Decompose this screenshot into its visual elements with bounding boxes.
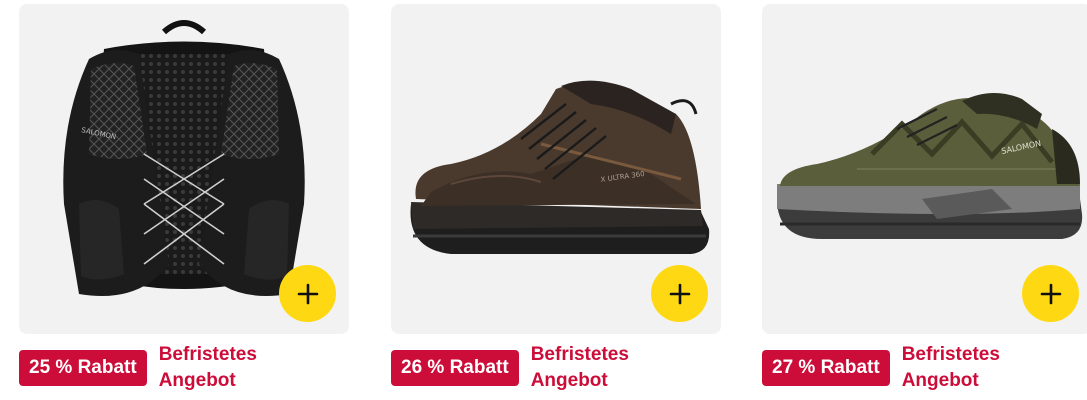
product-card[interactable]: X ULTRA 360 26 % Rabatt Befristetes Ange… [391, 4, 721, 400]
plus-icon [1040, 283, 1061, 304]
deal-info: 25 % Rabatt Befristetes Angebot [19, 342, 279, 396]
deal-info: 27 % Rabatt Befristetes Angebot [762, 342, 1022, 396]
add-to-cart-button[interactable] [1022, 265, 1079, 322]
plus-icon [297, 283, 318, 304]
product-card[interactable]: SALOMON 27 % Rabatt Befristetes Angebot [762, 4, 1087, 400]
deal-label: Befristetes Angebot [530, 344, 629, 391]
product-image[interactable]: SALOMON [19, 4, 349, 334]
deal-label: Befristetes Angebot [901, 344, 1000, 391]
discount-badge: 26 % Rabatt [391, 350, 519, 386]
product-card[interactable]: SALOMON 25 % Rabatt Befristetes Angebot [19, 4, 349, 400]
deal-label: Befristetes Angebot [158, 344, 257, 391]
discount-badge: 27 % Rabatt [762, 350, 890, 386]
discount-badge: 25 % Rabatt [19, 350, 147, 386]
product-carousel: SALOMON 25 % Rabatt Befristetes Angebot [0, 0, 1087, 400]
deal-info: 26 % Rabatt Befristetes Angebot [391, 342, 651, 396]
product-image[interactable]: SALOMON [762, 4, 1087, 334]
product-image[interactable]: X ULTRA 360 [391, 4, 721, 334]
plus-icon [669, 283, 690, 304]
add-to-cart-button[interactable] [651, 265, 708, 322]
add-to-cart-button[interactable] [279, 265, 336, 322]
